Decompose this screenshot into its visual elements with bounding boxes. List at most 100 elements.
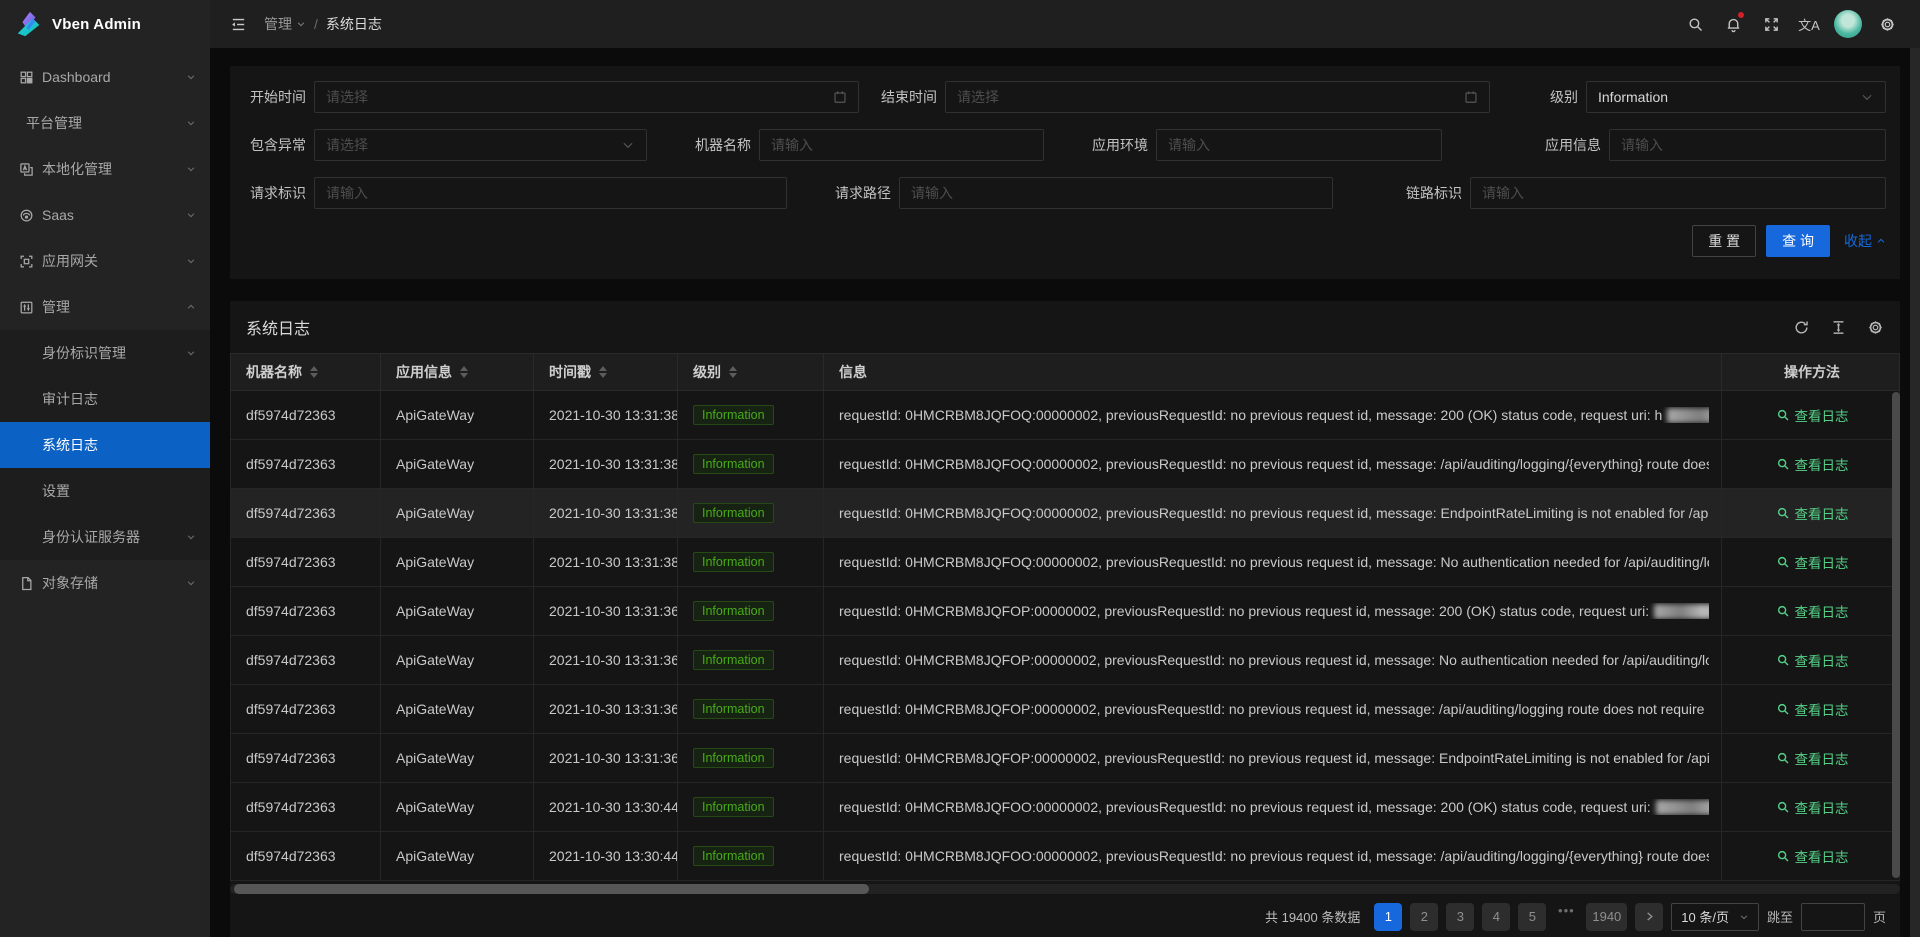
table-row: df5974d72363ApiGateWay2021-10-30 13:31:3… <box>231 587 1900 636</box>
view-log-link[interactable]: 查看日志 <box>1776 552 1849 572</box>
app-env-input[interactable] <box>1168 137 1430 153</box>
view-log-link[interactable]: 查看日志 <box>1776 405 1849 425</box>
view-log-link[interactable]: 查看日志 <box>1776 601 1849 621</box>
hscroll-track[interactable] <box>230 884 1900 894</box>
column-header-2[interactable]: 应用信息 <box>381 354 534 391</box>
view-log-link[interactable]: 查看日志 <box>1776 503 1849 523</box>
page-button-2[interactable]: 2 <box>1410 903 1438 931</box>
vscroll-thumb[interactable] <box>1892 392 1900 878</box>
view-log-label: 查看日志 <box>1795 454 1849 474</box>
filter-row-3: 请求标识 请求路径 链路标识 <box>244 177 1886 209</box>
vertical-scrollbar[interactable] <box>1892 392 1900 878</box>
sort-carets-icon[interactable] <box>729 366 737 378</box>
view-log-link[interactable]: 查看日志 <box>1776 846 1849 866</box>
sidebar-subitem-settings[interactable]: 设置 <box>0 468 210 514</box>
refresh-icon[interactable] <box>1793 319 1810 336</box>
breadcrumb-current: 系统日志 <box>326 14 382 34</box>
view-log-link[interactable]: 查看日志 <box>1776 748 1849 768</box>
request-id-field[interactable] <box>314 177 787 209</box>
settings-icon[interactable] <box>1868 0 1906 48</box>
cell-app-info: ApiGateWay <box>381 832 534 881</box>
sidebar-item-localization[interactable]: 本地化管理 <box>0 146 210 192</box>
trace-id-input[interactable] <box>1482 185 1874 201</box>
cell-level: Information <box>678 440 824 489</box>
level-badge: Information <box>693 503 774 523</box>
sidebar-subitem-system-log[interactable]: 系统日志 <box>0 422 210 468</box>
start-time-input[interactable] <box>326 89 825 105</box>
level-badge: Information <box>693 748 774 768</box>
table-row: df5974d72363ApiGateWay2021-10-30 13:31:3… <box>231 440 1900 489</box>
logo[interactable]: Vben Admin <box>0 0 210 48</box>
request-path-input[interactable] <box>911 185 1321 201</box>
chevron-down-icon <box>186 348 196 358</box>
sidebar-item-storage[interactable]: 对象存储 <box>0 560 210 606</box>
page-button-5[interactable]: 5 <box>1518 903 1546 931</box>
translate-icon[interactable]: 文A <box>1790 0 1828 48</box>
page-button-4[interactable]: 4 <box>1482 903 1510 931</box>
sidebar-item-dashboard[interactable]: Dashboard <box>0 54 210 100</box>
page-button-1[interactable]: 1 <box>1374 903 1402 931</box>
sort-carets-icon[interactable] <box>310 366 318 378</box>
notification-dot <box>1738 12 1744 18</box>
end-time-input[interactable] <box>957 89 1456 105</box>
request-id-input[interactable] <box>326 185 775 201</box>
include-exception-placeholder: 请选择 <box>326 135 613 155</box>
search-icon[interactable] <box>1676 0 1714 48</box>
cell-machine-name: df5974d72363 <box>231 685 381 734</box>
page-size-select[interactable]: 10 条/页 <box>1671 903 1759 931</box>
field-label: 级别 <box>1550 87 1578 107</box>
sidebar-item-manage[interactable]: 管理 <box>0 284 210 330</box>
hscroll-thumb[interactable] <box>234 884 869 894</box>
sidebar-item-saas[interactable]: Saas <box>0 192 210 238</box>
sidebar-item-platform[interactable]: 平台管理 <box>0 100 210 146</box>
caret-up-icon <box>729 366 737 371</box>
chevron-down-icon <box>296 19 306 29</box>
app-info-field[interactable] <box>1609 129 1886 161</box>
collapse-link[interactable]: 收起 <box>1844 231 1886 251</box>
search-button[interactable]: 查 询 <box>1766 225 1830 257</box>
cell-message: requestId: 0HMCRBM8JQFOQ:00000002, previ… <box>824 489 1722 538</box>
app-env-field[interactable] <box>1156 129 1442 161</box>
page-button-1940[interactable]: 1940 <box>1586 903 1627 931</box>
bell-icon[interactable] <box>1714 0 1752 48</box>
row-height-icon[interactable] <box>1830 319 1847 336</box>
next-page-button[interactable] <box>1635 903 1663 931</box>
column-header-3[interactable]: 时间戳 <box>534 354 678 391</box>
view-log-link[interactable]: 查看日志 <box>1776 699 1849 719</box>
view-log-link[interactable]: 查看日志 <box>1776 454 1849 474</box>
request-path-field[interactable] <box>899 177 1333 209</box>
app-info-input[interactable] <box>1621 137 1874 153</box>
page-button-3[interactable]: 3 <box>1446 903 1474 931</box>
fullscreen-icon[interactable] <box>1752 0 1790 48</box>
page-scrollbar[interactable] <box>1910 48 1920 937</box>
sidebar-subitem-identity[interactable]: 身份标识管理 <box>0 330 210 376</box>
column-header-1[interactable]: 机器名称 <box>231 354 381 391</box>
end-time-picker[interactable] <box>945 81 1490 113</box>
level-badge: Information <box>693 454 774 474</box>
view-log-link[interactable]: 查看日志 <box>1776 650 1849 670</box>
view-log-link[interactable]: 查看日志 <box>1776 797 1849 817</box>
jump-page-input[interactable] <box>1801 903 1865 931</box>
avatar[interactable] <box>1834 10 1862 38</box>
include-exception-select[interactable]: 请选择 <box>314 129 647 161</box>
sidebar-item-gateway[interactable]: 应用网关 <box>0 238 210 284</box>
sidebar-subitem-audit-log[interactable]: 审计日志 <box>0 376 210 422</box>
column-settings-icon[interactable] <box>1867 319 1884 336</box>
sort-carets-icon[interactable] <box>599 366 607 378</box>
level-select[interactable]: Information <box>1586 81 1886 113</box>
machine-name-field[interactable] <box>759 129 1044 161</box>
sidebar-subitem-auth-server[interactable]: 身份认证服务器 <box>0 514 210 560</box>
reset-button[interactable]: 重 置 <box>1692 225 1756 257</box>
breadcrumb-parent[interactable]: 管理 <box>264 14 306 34</box>
message-text: requestId: 0HMCRBM8JQFOP:00000002, previ… <box>839 603 1709 619</box>
menu-fold-icon[interactable] <box>222 8 254 40</box>
machine-name-input[interactable] <box>771 137 1032 153</box>
trace-id-field[interactable] <box>1470 177 1886 209</box>
pagination-jumper: 跳至 页 <box>1767 903 1886 931</box>
start-time-picker[interactable] <box>314 81 859 113</box>
cell-action: 查看日志 <box>1722 636 1900 685</box>
column-header-4[interactable]: 级别 <box>678 354 824 391</box>
cell-machine-name: df5974d72363 <box>231 832 381 881</box>
column-header-inner: 应用信息 <box>396 362 521 382</box>
sort-carets-icon[interactable] <box>460 366 468 378</box>
